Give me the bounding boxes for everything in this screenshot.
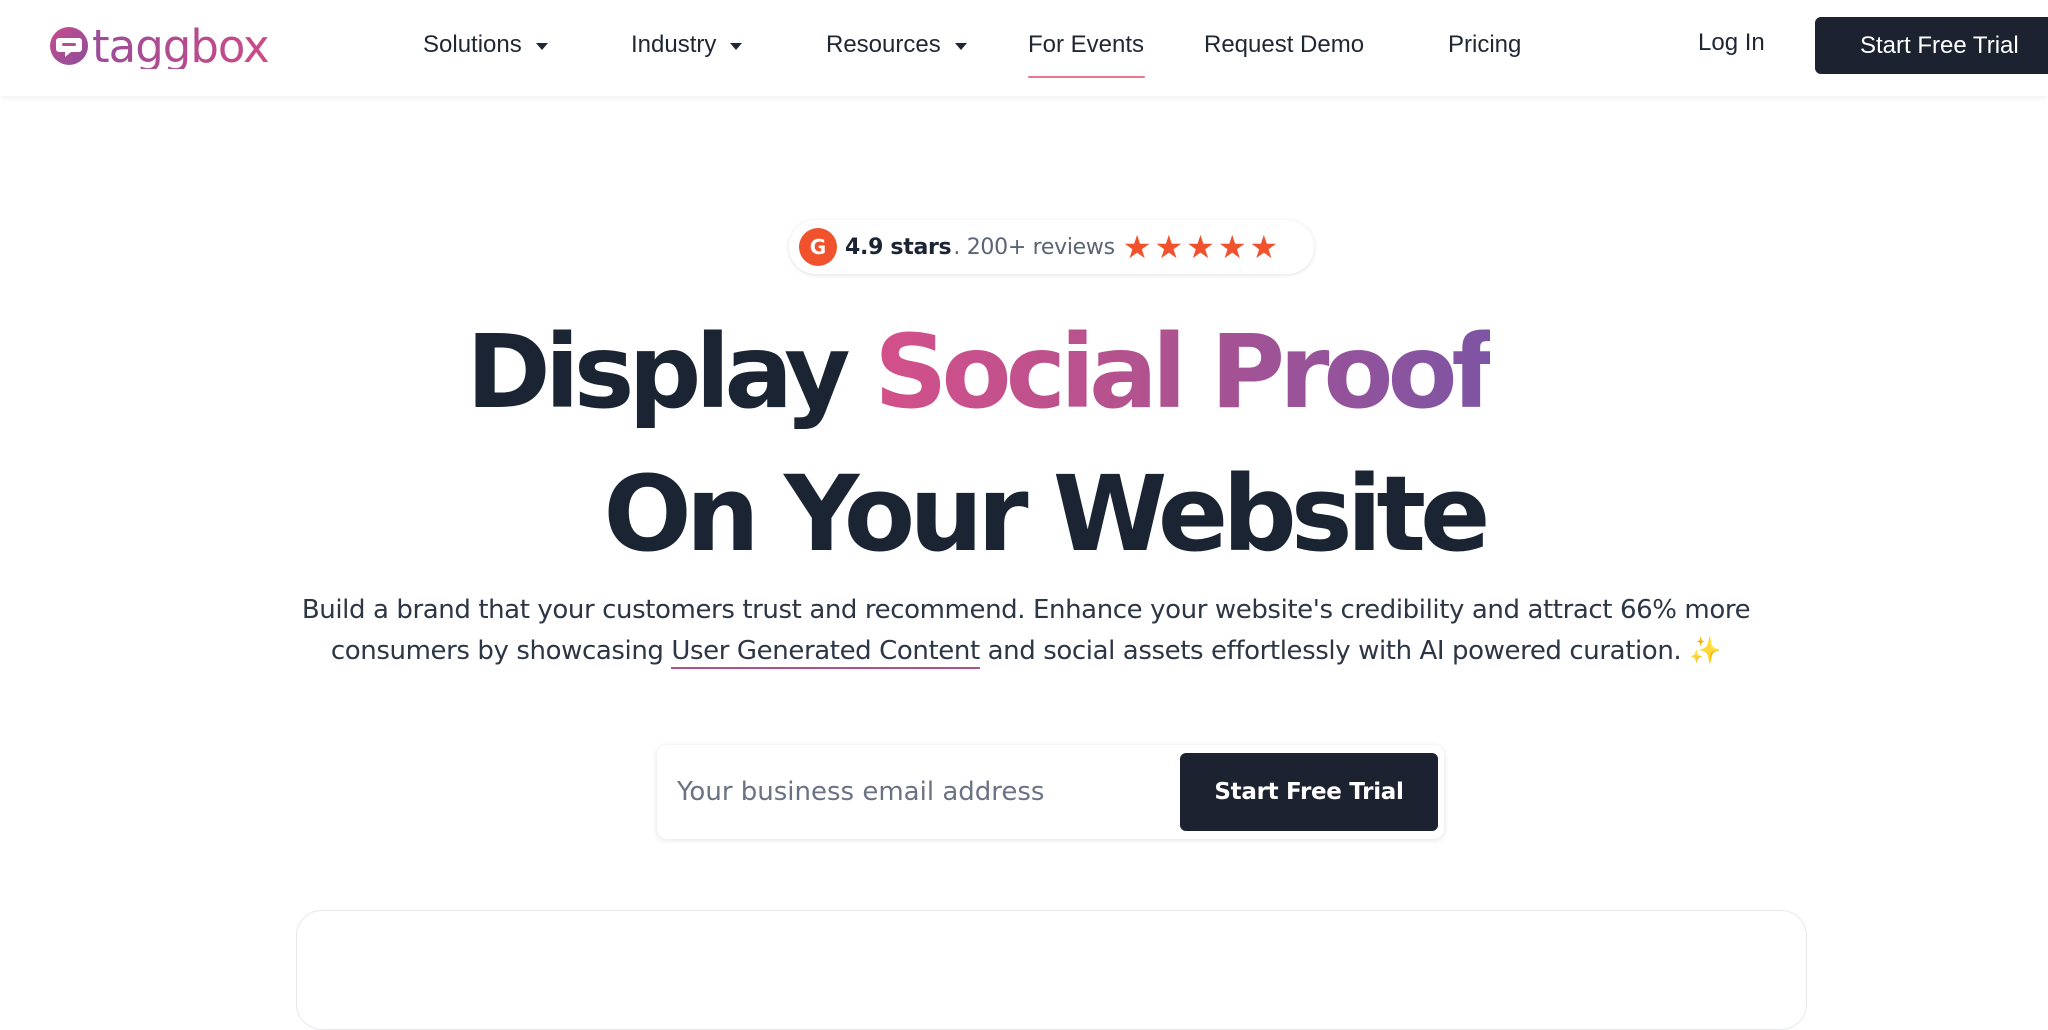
hero-headline-line-1: Display Social Proof (0, 322, 2048, 424)
star-rating: ★ ★ ★ ★ ★ (1123, 231, 1281, 263)
logo-text: taggbox (92, 19, 270, 73)
nav-pricing[interactable]: Pricing (1448, 28, 1521, 62)
nav-industry[interactable]: Industry (631, 28, 743, 62)
email-signup-form: Start Free Trial (657, 745, 1444, 839)
business-email-input[interactable] (677, 767, 1107, 817)
nav-request-demo-label: Request Demo (1204, 31, 1365, 58)
taggbox-logo[interactable]: taggbox (48, 18, 270, 74)
login-link[interactable]: Log In (1698, 29, 1765, 57)
rating-reviews-text: . 200+ reviews (953, 234, 1115, 260)
nav-resources[interactable]: Resources (826, 28, 967, 62)
headline-plain-text: Display (466, 313, 875, 432)
star-icon: ★ (1186, 228, 1215, 266)
nav-pricing-label: Pricing (1448, 31, 1522, 58)
caret-down-icon (954, 42, 967, 50)
g2-rating-badge: G 4.9 stars . 200+ reviews ★ ★ ★ ★ ★ (789, 220, 1314, 274)
headline-gradient-text: Social Proof (874, 313, 1496, 432)
caret-down-icon (535, 42, 548, 50)
active-nav-underline (1028, 76, 1145, 78)
site-header: taggbox Solutions Industry Resources For… (0, 0, 2048, 96)
signup-start-free-trial-button[interactable]: Start Free Trial (1180, 753, 1438, 831)
ugc-link[interactable]: User Generated Content (671, 636, 980, 669)
nav-for-events-label: For Events (1028, 31, 1145, 58)
caret-down-icon (730, 42, 743, 50)
star-icon: ★ (1122, 228, 1152, 266)
sparkles-icon: ✨ (1689, 636, 1722, 666)
preview-card (296, 910, 1807, 1030)
nav-solutions-label: Solutions (423, 31, 522, 58)
chat-bubble-logo-icon (50, 27, 88, 65)
g2-logo-icon: G (799, 228, 837, 266)
star-icon: ★ (1249, 228, 1279, 266)
nav-industry-label: Industry (631, 31, 717, 58)
star-icon: ★ (1217, 228, 1247, 266)
nav-for-events[interactable]: For Events (1028, 28, 1144, 62)
star-icon: ★ (1154, 228, 1184, 266)
nav-request-demo[interactable]: Request Demo (1204, 28, 1364, 62)
rating-stars-text: 4.9 stars (845, 234, 952, 260)
header-start-free-trial-button[interactable]: Start Free Trial (1815, 17, 2048, 74)
hero-description: Build a brand that your customers trust … (300, 590, 1752, 672)
nav-resources-label: Resources (826, 31, 941, 58)
hero-headline-line-2: On Your Website (603, 453, 1490, 575)
description-text-end: and social assets effortlessly with AI p… (979, 636, 1690, 666)
nav-solutions[interactable]: Solutions (423, 28, 548, 62)
